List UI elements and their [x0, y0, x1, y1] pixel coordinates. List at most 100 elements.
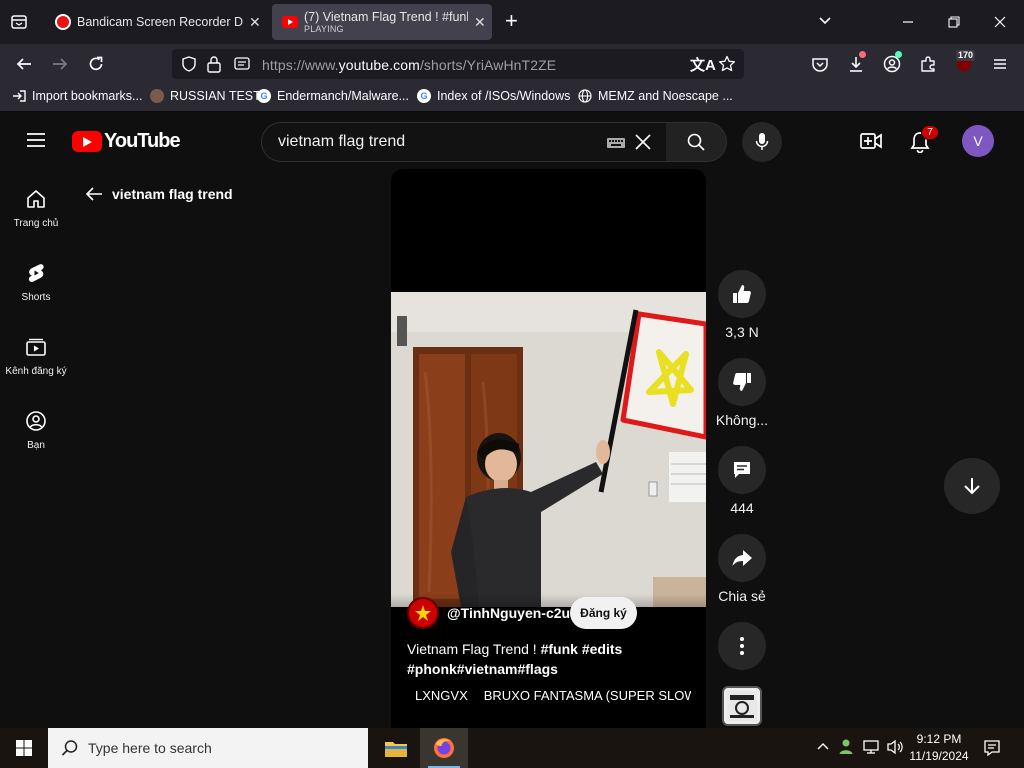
youtube-play-logo-icon — [72, 131, 102, 152]
bookmark-endermanch[interactable]: G Endermanch/Malware... — [257, 89, 409, 103]
avatar[interactable]: V — [962, 125, 994, 157]
lock-icon[interactable] — [206, 55, 222, 73]
short-title-tags: #funk #edits — [540, 641, 623, 657]
channel-handle[interactable]: @TinhNguyen-c2u — [447, 605, 570, 621]
close-tab-icon[interactable]: ✕ — [249, 14, 261, 31]
guide-label: Shorts — [21, 292, 51, 303]
youtube-favicon-icon — [282, 16, 298, 28]
comment-count: 444 — [730, 500, 754, 516]
back-to-search[interactable]: vietnam flag trend — [84, 184, 233, 204]
more-actions-button[interactable] — [718, 622, 766, 670]
extensions-puzzle-icon[interactable] — [918, 54, 938, 74]
back-title: vietnam flag trend — [112, 186, 233, 202]
create-button[interactable] — [860, 131, 882, 151]
windows-taskbar: Type here to search 9:12 PM 11/19/2024 — [0, 728, 1024, 768]
user-status-tray-icon[interactable] — [838, 738, 856, 756]
start-button[interactable] — [0, 728, 48, 768]
music-row[interactable]: LXNGVX BRUXO FANTASMA (SUPER SLOWED) — [407, 686, 691, 704]
tab-title: Bandicam Screen Recorder Dow — [77, 15, 243, 29]
page-permissions-icon[interactable] — [234, 56, 250, 72]
notification-count-badge: 7 — [921, 125, 939, 140]
share-button[interactable] — [718, 534, 766, 582]
notification-center-icon[interactable] — [983, 739, 1001, 757]
bookmark-label: Import bookmarks... — [32, 89, 143, 103]
search-button[interactable] — [666, 122, 727, 162]
arrow-down-icon — [964, 478, 980, 495]
video-frame[interactable] — [391, 292, 706, 607]
guide-menu-icon[interactable] — [26, 132, 46, 148]
file-explorer-taskbar-icon[interactable] — [372, 728, 420, 768]
guide-item-you[interactable]: Bạn — [0, 410, 72, 451]
guide-item-subscriptions[interactable]: Kênh đăng ký — [0, 336, 72, 377]
network-icon[interactable] — [862, 739, 880, 755]
bookmark-star-icon[interactable] — [718, 55, 736, 73]
tab-list-icon[interactable] — [10, 13, 28, 31]
bookmark-label: Endermanch/Malware... — [277, 89, 410, 103]
taskbar-search-box[interactable]: Type here to search — [48, 728, 368, 768]
minimize-window-button[interactable] — [898, 12, 918, 32]
volume-icon[interactable] — [886, 739, 904, 755]
translate-icon[interactable]: 文A — [690, 54, 716, 75]
next-short-button[interactable] — [944, 458, 1000, 514]
close-window-button[interactable] — [990, 12, 1010, 32]
forward-arrow-icon[interactable] — [50, 54, 70, 74]
tracking-shield-icon[interactable] — [180, 55, 198, 73]
youtube-logo[interactable]: YouTube — [72, 130, 181, 153]
voice-search-button[interactable] — [742, 122, 782, 162]
more-vert-icon — [740, 637, 744, 655]
sound-thumbnail[interactable] — [722, 686, 762, 726]
search-input[interactable]: vietnam flag trend — [278, 133, 405, 151]
reload-icon[interactable] — [86, 54, 106, 74]
taskbar-search-placeholder[interactable]: Type here to search — [88, 740, 212, 756]
taskbar-clock[interactable]: 9:12 PM 11/19/2024 — [906, 731, 972, 765]
clock-time: 9:12 PM — [916, 732, 962, 746]
subscribe-label: Đăng ký — [580, 606, 627, 620]
ublock-extension-icon[interactable]: 170 — [954, 50, 976, 74]
channel-avatar[interactable] — [407, 597, 439, 629]
guide-item-home[interactable]: Trang chủ — [0, 188, 72, 229]
sound-cover-image — [727, 691, 757, 721]
bookmark-label: Index of /ISOs/Windows — [437, 89, 571, 103]
restore-window-button[interactable] — [944, 12, 964, 32]
downloads-icon[interactable] — [846, 51, 866, 74]
url-bar[interactable]: https://www.youtube.com/shorts/YriAwHnT2… — [172, 49, 744, 79]
new-tab-button[interactable]: + — [505, 10, 518, 32]
list-all-tabs-icon[interactable] — [817, 13, 833, 29]
google-favicon-icon: G — [257, 89, 271, 103]
keyboard-icon[interactable] — [606, 136, 626, 150]
shorts-icon — [28, 264, 44, 282]
firefox-taskbar-icon[interactable] — [420, 728, 468, 768]
avatar-letter: V — [973, 133, 983, 149]
bookmark-import[interactable]: Import bookmarks... — [12, 89, 142, 103]
clear-search-icon[interactable] — [634, 133, 652, 151]
search-box[interactable]: vietnam flag trend — [261, 122, 667, 162]
russian-test-favicon-icon — [150, 89, 164, 103]
bookmark-russian-test[interactable]: RUSSIAN TEST — [150, 89, 261, 103]
bookmark-index-isos[interactable]: G Index of /ISOs/Windows — [417, 89, 570, 103]
url-path: /shorts/YriAwHnT2ZE — [419, 57, 557, 73]
url-text[interactable]: https://www.youtube.com/shorts/YriAwHnT2… — [262, 57, 556, 73]
close-tab-icon[interactable]: ✕ — [474, 14, 486, 31]
subscribe-button[interactable]: Đăng ký — [570, 597, 637, 629]
comments-button[interactable] — [718, 446, 766, 494]
account-dot-icon — [895, 51, 902, 58]
show-hidden-icons-chevron-icon[interactable] — [816, 740, 830, 754]
bookmarks-toolbar: Import bookmarks... RUSSIAN TEST G Ender… — [0, 84, 1024, 112]
tab-bandicam[interactable]: Bandicam Screen Recorder Dow ✕ — [44, 4, 268, 40]
like-button[interactable] — [718, 270, 766, 318]
guide-item-shorts[interactable]: Shorts — [0, 262, 72, 303]
app-menu-icon[interactable] — [990, 54, 1010, 74]
dislike-button[interactable] — [718, 358, 766, 406]
home-icon — [27, 190, 45, 208]
account-icon[interactable] — [882, 51, 902, 74]
tab-youtube-active[interactable]: (7) Vietnam Flag Trend ! #funk # PLAYING… — [272, 4, 492, 40]
google-favicon-icon: G — [417, 89, 431, 103]
bookmark-memz[interactable]: MEMZ and Noescape ... — [578, 89, 733, 103]
short-title[interactable]: Vietnam Flag Trend ! #funk #edits #phonk… — [407, 639, 667, 679]
pocket-icon[interactable] — [810, 54, 830, 74]
short-title-text: Vietnam Flag Trend ! — [407, 641, 541, 657]
globe-icon — [578, 89, 592, 103]
back-arrow-icon[interactable] — [14, 54, 34, 74]
notifications-button[interactable]: 7 — [910, 125, 939, 153]
shorts-player[interactable]: @TinhNguyen-c2u Đăng ký Vietnam Flag Tre… — [391, 169, 706, 729]
